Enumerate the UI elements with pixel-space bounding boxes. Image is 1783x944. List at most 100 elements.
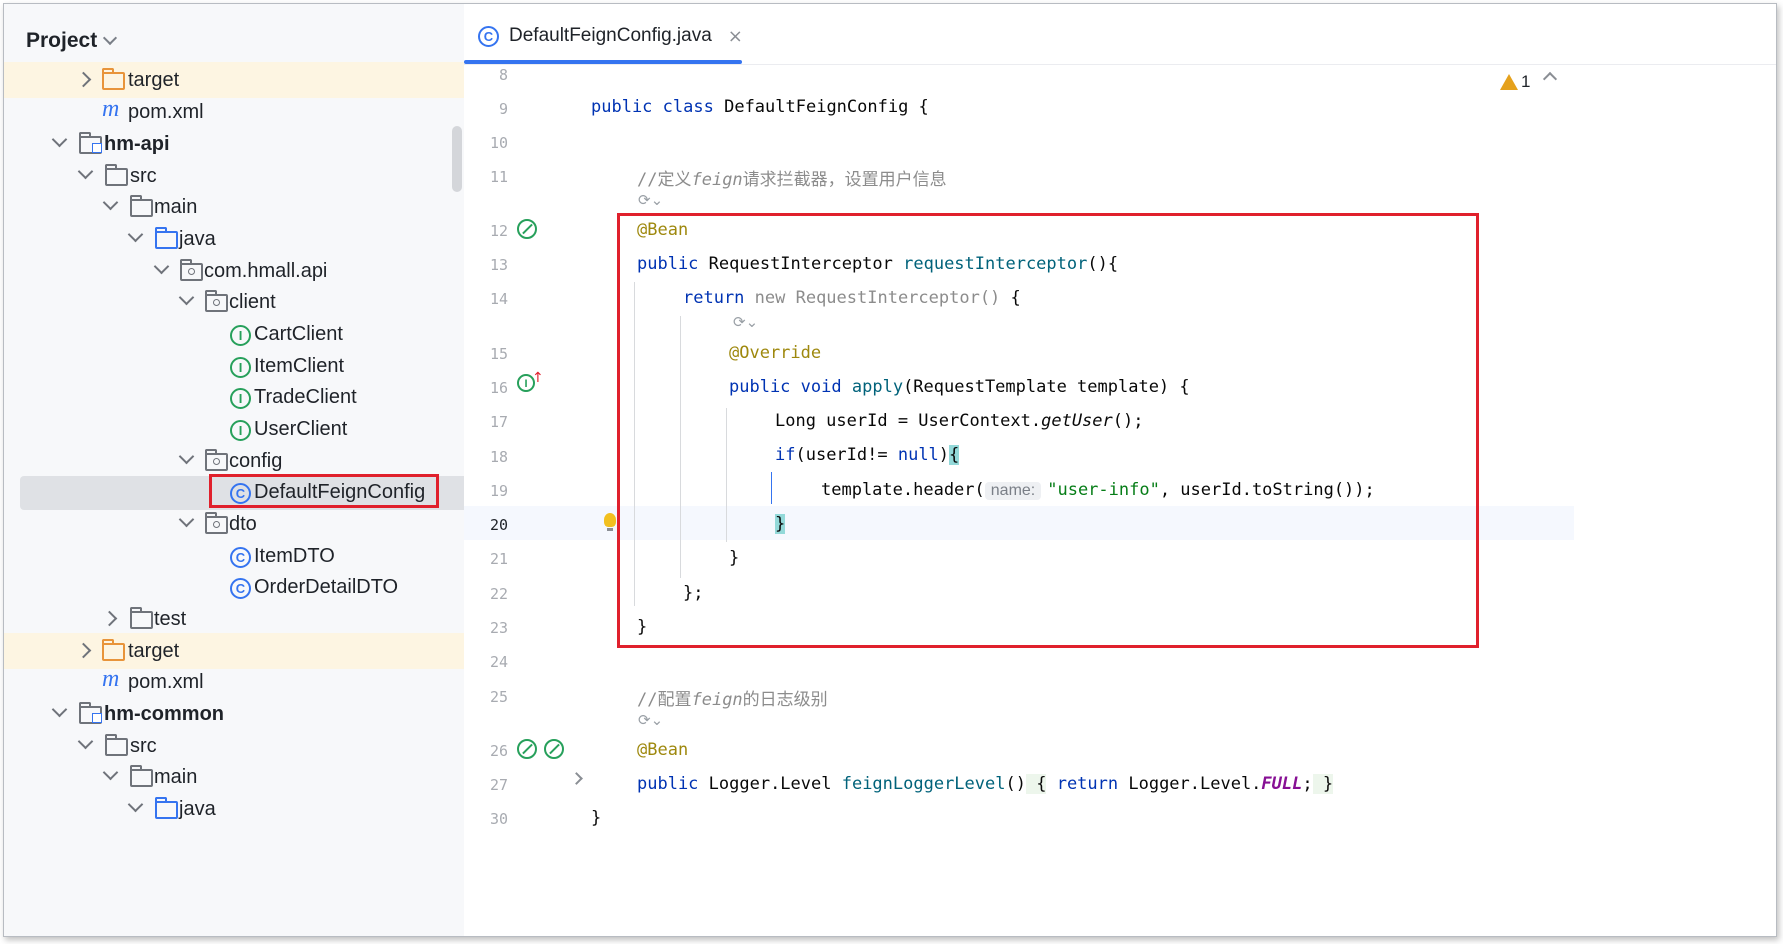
chevron-down-icon[interactable]: [178, 448, 195, 465]
bean-navigate-icon[interactable]: [544, 739, 564, 759]
warnings-indicator[interactable]: 1: [1500, 72, 1530, 92]
chevron-down-icon[interactable]: [127, 796, 144, 813]
tree-item-pom-xml[interactable]: m pom.xml: [4, 664, 524, 700]
chevron-down-icon[interactable]: [51, 701, 68, 718]
code-line-30[interactable]: }: [591, 808, 601, 828]
tree-item-tradeclient[interactable]: I TradeClient: [4, 379, 524, 415]
package-icon: [180, 259, 203, 281]
line-number: 12: [489, 222, 508, 240]
chevron-down-icon[interactable]: [102, 764, 119, 781]
bean-navigate-icon[interactable]: [517, 219, 537, 239]
tree-item-hm-api[interactable]: hm-api: [4, 126, 524, 162]
tree-item-label: hm-common: [104, 703, 224, 725]
ai-assist-icon[interactable]: ⟳⌄: [638, 191, 663, 209]
tree-item-pom-xml[interactable]: m pom.xml: [4, 94, 524, 130]
tree-item-test[interactable]: test: [4, 601, 524, 637]
tree-item-cartclient[interactable]: I CartClient: [4, 316, 524, 352]
tree-item-target[interactable]: target: [4, 62, 524, 98]
line-number: 11: [489, 168, 508, 186]
tree-item-label: pom.xml: [128, 671, 204, 693]
tree-item-label: target: [128, 640, 180, 662]
line-number: 27: [489, 776, 508, 794]
line-number: 10: [489, 134, 508, 152]
folded-region[interactable]: {: [1025, 774, 1047, 794]
code-line-27[interactable]: public Logger.Level feignLoggerLevel() {…: [637, 774, 1334, 794]
folded-region[interactable]: }: [1312, 774, 1334, 794]
type: Logger.Level: [698, 774, 842, 794]
tree-item-java[interactable]: java: [4, 791, 524, 827]
code-line-9[interactable]: public class DefaultFeignConfig {: [591, 97, 929, 117]
line-number: 16: [489, 379, 508, 397]
tree-item-label: dto: [229, 513, 257, 535]
line-number: 22: [489, 585, 508, 603]
chevron-down-icon[interactable]: [77, 733, 94, 750]
tree-item-userclient[interactable]: I UserClient: [4, 411, 524, 447]
chevron-down-icon[interactable]: [77, 163, 94, 180]
chevron-right-icon[interactable]: [75, 642, 92, 659]
line-number: 15: [489, 345, 508, 363]
chevron-down-icon[interactable]: [127, 226, 144, 243]
tree-item-main[interactable]: main: [4, 189, 524, 225]
line-number: 26: [489, 742, 508, 760]
tree-item-label: main: [154, 196, 198, 218]
tree-item-main[interactable]: main: [4, 759, 524, 795]
tree-item-label: src: [130, 735, 157, 757]
tree-item-label: target: [128, 69, 180, 91]
comment: feign: [691, 170, 743, 190]
chevron-down-icon[interactable]: [178, 289, 195, 306]
line-number-current: 20: [489, 516, 508, 534]
line-number: 17: [489, 413, 508, 431]
line-number: 9: [498, 100, 508, 118]
interface-icon: I: [230, 357, 251, 378]
interface-icon: I: [230, 420, 251, 441]
tree-item-java[interactable]: java: [4, 221, 524, 257]
project-view-selector[interactable]: Project: [26, 26, 118, 56]
tree-item-label: pom.xml: [128, 101, 204, 123]
code-line-26[interactable]: @Bean: [637, 740, 688, 760]
chevron-down-icon[interactable]: [153, 258, 170, 275]
tree-item-hm-common[interactable]: hm-common: [4, 696, 524, 732]
comment: 定义: [657, 170, 692, 190]
folder-icon: [130, 195, 153, 217]
tree-item-orderdetaildto[interactable]: C OrderDetailDTO: [4, 569, 524, 605]
maven-icon: m: [102, 96, 120, 122]
bean-navigate-icon[interactable]: [517, 739, 537, 759]
package-icon: [205, 290, 228, 312]
arrow-up-icon: ↑: [532, 370, 544, 386]
source-folder-icon: [155, 227, 178, 249]
tree-item-label: java: [179, 228, 216, 250]
ai-assist-icon[interactable]: ⟳⌄: [638, 711, 663, 729]
chevron-down-icon[interactable]: [102, 194, 119, 211]
lightbulb-icon[interactable]: [604, 513, 616, 531]
code-text: ;: [1302, 774, 1313, 794]
code-line-25[interactable]: //配置feign的日志级别: [637, 685, 828, 710]
chevron-right-icon[interactable]: [101, 610, 118, 627]
tree-item-label: ItemClient: [254, 355, 345, 377]
code-line-11[interactable]: //定义feign请求拦截器，设置用户信息: [637, 165, 947, 190]
method-name: feignLoggerLevel: [841, 774, 1006, 794]
tree-item-label: TradeClient: [254, 386, 357, 408]
tree-item-client[interactable]: client: [4, 284, 524, 320]
chevron-down-icon[interactable]: [51, 131, 68, 148]
tree-item-label: CartClient: [254, 323, 343, 345]
tree-item-dto[interactable]: dto: [4, 506, 524, 542]
annotation-highlight-box: [209, 474, 439, 508]
annotation-highlight-box: [617, 213, 1479, 648]
chevron-down-icon[interactable]: [178, 511, 195, 528]
line-number: 23: [489, 619, 508, 637]
class-icon: C: [230, 547, 251, 568]
line-number: 30: [489, 810, 508, 828]
comment: 的日志级别: [742, 690, 828, 710]
warnings-count: 1: [1521, 72, 1531, 91]
line-number: 8: [498, 66, 508, 84]
code-text: (): [1005, 774, 1026, 794]
folder-icon: [130, 607, 153, 629]
chevron-right-icon[interactable]: [75, 71, 92, 88]
line-number: 25: [489, 688, 508, 706]
excluded-folder-icon: [102, 639, 125, 661]
tree-scrollbar[interactable]: [452, 126, 462, 192]
line-number-gutter[interactable]: [464, 64, 589, 936]
comment: 请求拦截器，设置用户信息: [742, 170, 947, 190]
tree-item-label: client: [229, 291, 276, 313]
comment: //: [637, 690, 658, 710]
